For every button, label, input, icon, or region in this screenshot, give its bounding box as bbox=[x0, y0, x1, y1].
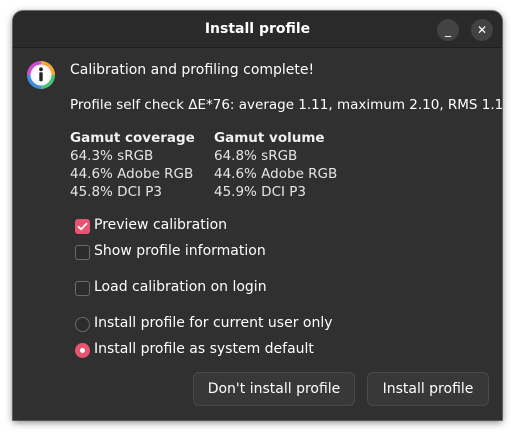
volume-adobe-rgb: 44.6% Adobe RGB bbox=[214, 166, 338, 182]
completion-heading: Calibration and profiling complete! bbox=[70, 62, 315, 78]
install-profile-button[interactable]: Install profile bbox=[367, 372, 489, 406]
title-bar[interactable]: Install profile _ ✕ bbox=[13, 11, 502, 48]
load-on-login-checkbox[interactable] bbox=[75, 281, 90, 296]
show-profile-info-label[interactable]: Show profile information bbox=[94, 243, 266, 259]
coverage-adobe-rgb: 44.6% Adobe RGB bbox=[70, 166, 194, 182]
coverage-dci-p3: 45.8% DCI P3 bbox=[70, 184, 163, 200]
preview-calibration-label[interactable]: Preview calibration bbox=[94, 217, 227, 233]
self-check-text: Profile self check ΔE*76: average 1.11, … bbox=[70, 97, 502, 113]
minimize-button[interactable]: _ bbox=[437, 19, 459, 41]
install-system-default-label[interactable]: Install profile as system default bbox=[94, 341, 314, 357]
install-current-user-radio[interactable] bbox=[75, 317, 90, 332]
checkmark-icon bbox=[77, 222, 88, 231]
volume-srgb: 64.8% sRGB bbox=[214, 148, 298, 164]
close-icon: ✕ bbox=[476, 23, 488, 37]
install-system-default-radio[interactable] bbox=[75, 343, 90, 358]
volume-dci-p3: 45.9% DCI P3 bbox=[214, 184, 307, 200]
gamut-volume-header: Gamut volume bbox=[214, 130, 325, 146]
gamut-coverage-header: Gamut coverage bbox=[70, 130, 195, 146]
minimize-icon: _ bbox=[445, 23, 451, 37]
load-on-login-label[interactable]: Load calibration on login bbox=[94, 279, 267, 295]
dont-install-profile-button[interactable]: Don't install profile bbox=[193, 372, 355, 406]
coverage-srgb: 64.3% sRGB bbox=[70, 148, 154, 164]
install-profile-dialog: Install profile _ ✕ Calibration and prof… bbox=[13, 11, 502, 420]
install-current-user-label[interactable]: Install profile for current user only bbox=[94, 315, 333, 331]
close-button[interactable]: ✕ bbox=[471, 19, 493, 41]
info-icon bbox=[27, 61, 55, 89]
show-profile-info-checkbox[interactable] bbox=[75, 245, 90, 260]
preview-calibration-checkbox[interactable] bbox=[75, 219, 90, 234]
window-title: Install profile bbox=[204, 21, 311, 37]
